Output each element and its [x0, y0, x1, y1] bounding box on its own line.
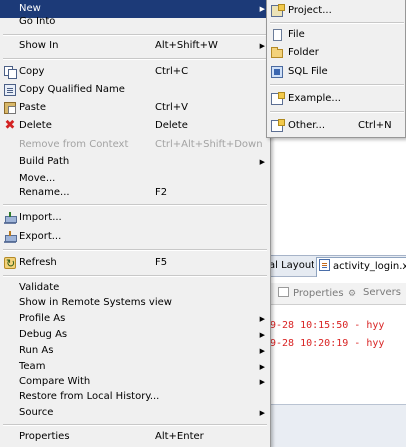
submenu-item-label: Project... [288, 5, 332, 16]
properties-icon [278, 287, 289, 297]
status-area [266, 404, 406, 447]
console-line: 9-28 10:20:19 - hyy [270, 338, 385, 349]
menu-item-label: Build Path [19, 156, 70, 167]
menu-item-properties[interactable]: Properties Alt+Enter [0, 428, 270, 446]
menu-separator [3, 424, 267, 426]
menu-item-paste[interactable]: Paste Ctrl+V [0, 99, 270, 117]
submenu-item-other[interactable]: Other... Ctrl+N [267, 117, 406, 135]
submenu-item-label: Other... [288, 120, 326, 131]
menu-item-label: Copy Qualified Name [19, 84, 125, 95]
menu-separator [3, 249, 267, 251]
menu-shortcut: Delete [155, 120, 188, 131]
tab-properties-label: Properties [293, 288, 344, 299]
sql-file-icon [271, 66, 283, 78]
menu-separator [3, 204, 267, 206]
menu-separator [270, 84, 404, 86]
menu-item-import[interactable]: Import... [0, 209, 270, 227]
other-wizard-icon [271, 119, 285, 132]
tab-properties[interactable]: Properties [278, 287, 344, 299]
menu-shortcut: F2 [155, 187, 168, 198]
menu-item-label: Export... [19, 231, 62, 242]
menu-separator [270, 111, 404, 113]
submenu-arrow-icon: ▶ [259, 158, 265, 166]
submenu-item-folder[interactable]: Folder [267, 44, 406, 62]
tab-servers[interactable]: ⚙ Servers [348, 287, 401, 299]
menu-shortcut: Ctrl+N [358, 120, 392, 131]
file-icon [273, 29, 282, 41]
console-line: 9-28 10:15:50 - hyy [270, 320, 385, 331]
menu-item-label: Delete [19, 120, 52, 131]
refresh-icon [4, 255, 16, 273]
menu-item-go-into[interactable]: Go Into [0, 13, 270, 31]
copy-qualified-name-icon [4, 84, 16, 96]
editor-tab-bar: al Layout activity_login.xml [266, 255, 406, 277]
menu-item-label: Rename... [19, 187, 70, 198]
submenu-item-project[interactable]: Project... [267, 2, 406, 20]
tab-graphical-layout[interactable]: al Layout [266, 256, 314, 277]
menu-item-label: Remove from Context [19, 139, 129, 150]
menu-shortcut: Ctrl+Alt+Shift+Down [155, 139, 263, 150]
menu-item-copy-qualified-name[interactable]: Copy Qualified Name [0, 81, 270, 99]
view-tab-bar: Properties ⚙ Servers [266, 283, 406, 305]
submenu-item-label: File [288, 29, 305, 40]
console-view: 9-28 10:15:50 - hyy 9-28 10:20:19 - hyy [266, 306, 406, 404]
menu-separator [3, 58, 267, 60]
menu-item-copy[interactable]: Copy Ctrl+C [0, 63, 270, 81]
menu-item-label: Refresh [19, 257, 57, 268]
tab-file-label: activity_login.xml [333, 261, 406, 272]
tab-servers-label: Servers [363, 287, 402, 298]
menu-item-show-in[interactable]: Show In Alt+Shift+W ▶ [0, 37, 270, 55]
menu-separator [3, 34, 267, 36]
submenu-item-label: Folder [288, 47, 319, 58]
menu-item-label: Paste [19, 102, 46, 113]
submenu-item-file[interactable]: File [267, 26, 406, 44]
submenu-item-example[interactable]: Example... [267, 90, 406, 108]
menu-item-label: Copy [19, 66, 45, 77]
submenu-item-label: Example... [288, 93, 341, 104]
menu-item-rename[interactable]: Rename... F2 [0, 184, 270, 202]
example-icon [271, 92, 285, 105]
menu-shortcut: F5 [155, 257, 168, 268]
submenu-arrow-icon: ▶ [259, 409, 265, 417]
menu-shortcut: Ctrl+V [155, 102, 189, 113]
submenu-item-sql-file[interactable]: SQL File [267, 63, 406, 81]
menu-item-remove-from-context: Remove from Context Ctrl+Alt+Shift+Down [0, 136, 270, 154]
menu-separator [270, 22, 404, 24]
submenu-item-label: SQL File [288, 66, 328, 77]
menu-shortcut: Alt+Shift+W [155, 40, 218, 51]
menu-shortcut: Alt+Enter [155, 431, 204, 442]
menu-item-label: Show In [19, 40, 59, 51]
editor-area-strip [266, 138, 406, 255]
import-icon [4, 212, 17, 224]
servers-icon: ⚙ [348, 289, 357, 299]
menu-item-label: Go Into [19, 16, 56, 27]
new-submenu: Project... File Folder SQL File Example.… [266, 0, 406, 138]
menu-item-label: Properties [19, 431, 70, 442]
export-icon [4, 231, 17, 243]
context-menu: New ▶ Go Into Show In Alt+Shift+W ▶ Copy Ctr… [0, 0, 271, 447]
menu-separator [3, 275, 267, 277]
folder-icon [271, 47, 283, 58]
menu-item-build-path[interactable]: Build Path ▶ [0, 153, 270, 171]
xml-file-icon [319, 259, 330, 271]
paste-icon [4, 102, 16, 114]
menu-shortcut: Ctrl+C [155, 66, 189, 77]
submenu-arrow-icon: ▶ [259, 42, 265, 50]
project-icon [271, 4, 285, 17]
menu-item-delete[interactable]: ✖ Delete Delete [0, 117, 270, 135]
copy-icon [4, 66, 17, 79]
menu-item-label: Import... [19, 212, 62, 223]
menu-item-label: Source [19, 407, 54, 418]
menu-item-source[interactable]: Source ▶ [0, 404, 270, 422]
menu-item-refresh[interactable]: Refresh F5 [0, 254, 270, 273]
delete-icon: ✖ [4, 118, 16, 133]
tab-activity-login-xml[interactable]: activity_login.xml [316, 257, 406, 277]
menu-item-export[interactable]: Export... [0, 228, 270, 246]
